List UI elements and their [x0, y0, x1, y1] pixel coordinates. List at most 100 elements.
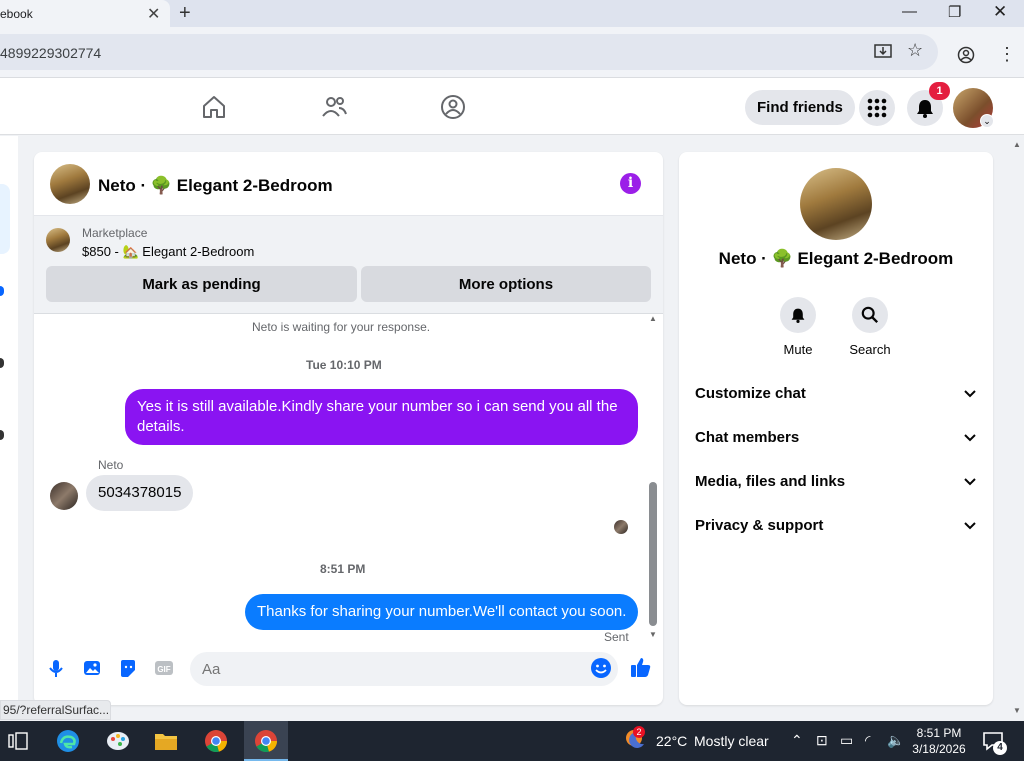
- sticker-icon[interactable]: [118, 658, 138, 678]
- paint-app-icon[interactable]: [106, 729, 130, 753]
- unread-dot: [0, 286, 4, 296]
- active-taskbar-item[interactable]: [244, 721, 288, 761]
- section-label: Privacy & support: [695, 517, 824, 534]
- chat-title[interactable]: Neto · 🌳 Elegant 2-Bedroom: [98, 176, 333, 196]
- groups-icon[interactable]: [440, 94, 466, 120]
- new-tab-icon[interactable]: +: [179, 2, 191, 25]
- chat-panel: Neto · 🌳 Elegant 2-Bedroom i Marketplace…: [34, 152, 663, 705]
- wifi-icon[interactable]: ◜: [865, 732, 870, 749]
- bell-icon: [791, 308, 805, 323]
- bookmark-star-icon[interactable]: ☆: [907, 40, 923, 61]
- tab-title: ebook: [0, 7, 33, 21]
- page-scroll-up-icon[interactable]: ▲: [1013, 140, 1021, 149]
- mute-label: Mute: [783, 342, 813, 357]
- more-options-button[interactable]: More options: [361, 266, 651, 302]
- task-view-icon[interactable]: [8, 729, 28, 753]
- chevron-down-icon[interactable]: ⌄: [980, 114, 994, 128]
- weather-description[interactable]: Mostly clear: [694, 733, 769, 749]
- chat-members-row[interactable]: Chat members: [695, 429, 977, 453]
- marketplace-label: Marketplace: [82, 226, 148, 240]
- photo-icon[interactable]: [82, 658, 102, 678]
- chevron-down-icon: [964, 434, 976, 442]
- notification-count-badge: 4: [993, 741, 1007, 755]
- grid-menu-icon: [867, 98, 887, 118]
- page-scroll-down-icon[interactable]: ▼: [1013, 706, 1021, 715]
- scroll-up-icon[interactable]: ▲: [649, 314, 657, 323]
- system-clock[interactable]: 8:51 PM 3/18/2026: [908, 725, 970, 757]
- browser-menu-icon[interactable]: ⋮: [998, 44, 1016, 65]
- chat-dot: [0, 358, 4, 368]
- left-sidebar-edge: [0, 136, 18, 720]
- meet-now-icon[interactable]: ⊡: [816, 732, 828, 749]
- search-button[interactable]: Search: [835, 297, 905, 357]
- browser-tab[interactable]: ebook ✕: [0, 0, 170, 27]
- microphone-icon[interactable]: [46, 658, 66, 678]
- listing-price[interactable]: $850 - 🏡 Elegant 2-Bedroom: [82, 244, 254, 260]
- thumbs-up-icon[interactable]: [630, 656, 652, 678]
- tab-close-icon[interactable]: ✕: [147, 4, 160, 24]
- timestamp: Tue 10:10 PM: [306, 358, 382, 372]
- home-icon[interactable]: [201, 94, 227, 120]
- clock-date: 3/18/2026: [912, 742, 966, 756]
- search-label: Search: [849, 342, 891, 357]
- read-receipt-avatar: [614, 520, 628, 534]
- info-icon[interactable]: i: [620, 173, 641, 194]
- friends-icon[interactable]: [321, 94, 347, 120]
- section-label: Media, files and links: [695, 473, 846, 490]
- chevron-down-icon: [964, 522, 976, 530]
- menu-grid-button[interactable]: [859, 90, 895, 126]
- chat-header: Neto · 🌳 Elegant 2-Bedroom i: [34, 152, 663, 216]
- notification-badge: 1: [929, 82, 950, 100]
- info-title: Neto · 🌳 Elegant 2-Bedroom: [718, 249, 954, 268]
- windows-taskbar: 2 22°C Mostly clear ⌃ ⊡ ▭ ◜ 🔈 8:51 PM 3/…: [0, 721, 1024, 761]
- find-friends-button[interactable]: Find friends: [745, 90, 855, 125]
- scroll-thumb[interactable]: [649, 482, 657, 626]
- listing-avatar[interactable]: [50, 164, 90, 204]
- media-files-row[interactable]: Media, files and links: [695, 473, 977, 497]
- minimize-icon[interactable]: —: [902, 3, 917, 20]
- omnibox[interactable]: 4899229302774 ☆: [0, 34, 938, 70]
- chat-dot: [0, 430, 4, 440]
- marketplace-banner: Marketplace $850 - 🏡 Elegant 2-Bedroom M…: [34, 216, 663, 314]
- customize-chat-row[interactable]: Customize chat: [695, 385, 977, 409]
- scroll-down-icon[interactable]: ▼: [649, 630, 657, 639]
- edge-browser-icon[interactable]: [56, 729, 80, 753]
- close-window-icon[interactable]: ✕: [993, 2, 1007, 22]
- listing-thumbnail[interactable]: [46, 228, 70, 252]
- chevron-up-icon[interactable]: ⌃: [791, 732, 803, 749]
- address-bar-area: 4899229302774 ☆ ⋮: [0, 27, 1024, 78]
- battery-icon[interactable]: ▭: [840, 732, 853, 749]
- message-composer: GIF: [34, 644, 663, 705]
- timestamp: 8:51 PM: [320, 562, 366, 576]
- avatar[interactable]: [50, 482, 78, 510]
- selected-chat-indicator: [0, 184, 10, 254]
- clock-time: 8:51 PM: [916, 726, 962, 740]
- message-scrollbar[interactable]: ▲ ▼: [646, 314, 660, 644]
- emoji-icon[interactable]: [590, 657, 612, 679]
- browser-tab-strip: ebook ✕ + — ❐ ✕: [0, 0, 1024, 27]
- volume-icon[interactable]: 🔈: [887, 732, 904, 749]
- message-list[interactable]: Neto is waiting for your response. Tue 1…: [34, 314, 663, 644]
- chrome-icon: [255, 730, 277, 753]
- outgoing-message[interactable]: Thanks for sharing your number.We'll con…: [245, 594, 639, 630]
- svg-text:GIF: GIF: [157, 665, 170, 674]
- sent-status: Sent: [604, 630, 629, 644]
- profile-icon[interactable]: [957, 46, 975, 69]
- outgoing-message[interactable]: Yes it is still available.Kindly share y…: [125, 389, 638, 445]
- privacy-support-row[interactable]: Privacy & support: [695, 517, 977, 541]
- section-label: Customize chat: [695, 385, 806, 402]
- listing-avatar-large[interactable]: [800, 168, 872, 240]
- message-input[interactable]: [190, 652, 618, 686]
- conversation-info-panel: Neto · 🌳 Elegant 2-Bedroom Mute Search C…: [679, 152, 993, 705]
- mark-pending-button[interactable]: Mark as pending: [46, 266, 357, 302]
- mute-button[interactable]: Mute: [763, 297, 833, 357]
- section-label: Chat members: [695, 429, 800, 446]
- waiting-notice: Neto is waiting for your response.: [252, 320, 431, 334]
- install-app-icon[interactable]: [874, 43, 892, 66]
- weather-temp[interactable]: 22°C: [656, 733, 687, 749]
- gif-icon[interactable]: GIF: [154, 658, 174, 678]
- incoming-message[interactable]: 5034378015: [86, 475, 194, 511]
- file-explorer-icon[interactable]: [154, 729, 178, 753]
- restore-icon[interactable]: ❐: [948, 3, 961, 21]
- chrome-icon[interactable]: [204, 729, 228, 753]
